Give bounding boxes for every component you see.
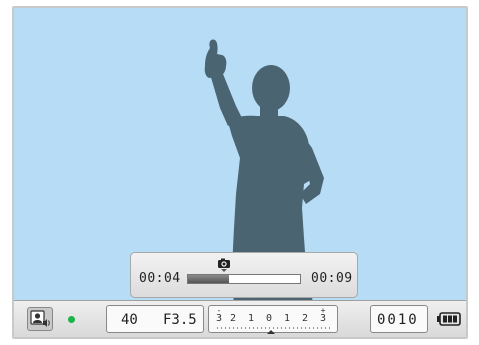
- exposure-scale-graphic: -3 2 1 0 1 2 3+: [216, 306, 331, 334]
- playback-progress-fill: [188, 275, 230, 283]
- camera-viewfinder: 00:04 00:09 40 F3.5 -3 2 1 0 1 2 3 + 001…: [12, 6, 468, 339]
- exposure-compensation-scale: -3 2 1 0 1 2 3 +: [208, 305, 338, 334]
- status-bar: 40 F3.5 -3 2 1 0 1 2 3 + 0010: [14, 300, 466, 337]
- exposure-scale-label: 0: [266, 313, 272, 324]
- exposure-settings-box: 40 F3.5: [106, 305, 204, 333]
- mode-button[interactable]: [27, 307, 53, 331]
- exposure-scale-label: 2: [230, 313, 236, 324]
- exposure-scale-label: 2: [302, 313, 308, 324]
- aperture-value: F3.5: [163, 312, 197, 328]
- shot-count-box: 0010: [370, 305, 428, 333]
- camera-icon: [218, 258, 230, 272]
- shot-count: 0010: [377, 312, 419, 328]
- exposure-scale-label: 1: [284, 313, 290, 324]
- shutter-speed: 40: [121, 312, 138, 328]
- exposure-scale-label: 1: [248, 313, 254, 324]
- person-sound-icon: [30, 310, 50, 327]
- total-time: 00:09: [311, 271, 353, 286]
- playback-progress-panel: 00:04 00:09: [130, 252, 358, 298]
- exposure-scale-label: 3: [216, 313, 222, 324]
- exposure-scale-label: +: [321, 306, 326, 315]
- status-indicator-dot: [68, 316, 75, 323]
- elapsed-time: 00:04: [139, 271, 181, 286]
- playback-progress-bar[interactable]: [187, 274, 301, 284]
- battery-full-icon: [437, 312, 461, 326]
